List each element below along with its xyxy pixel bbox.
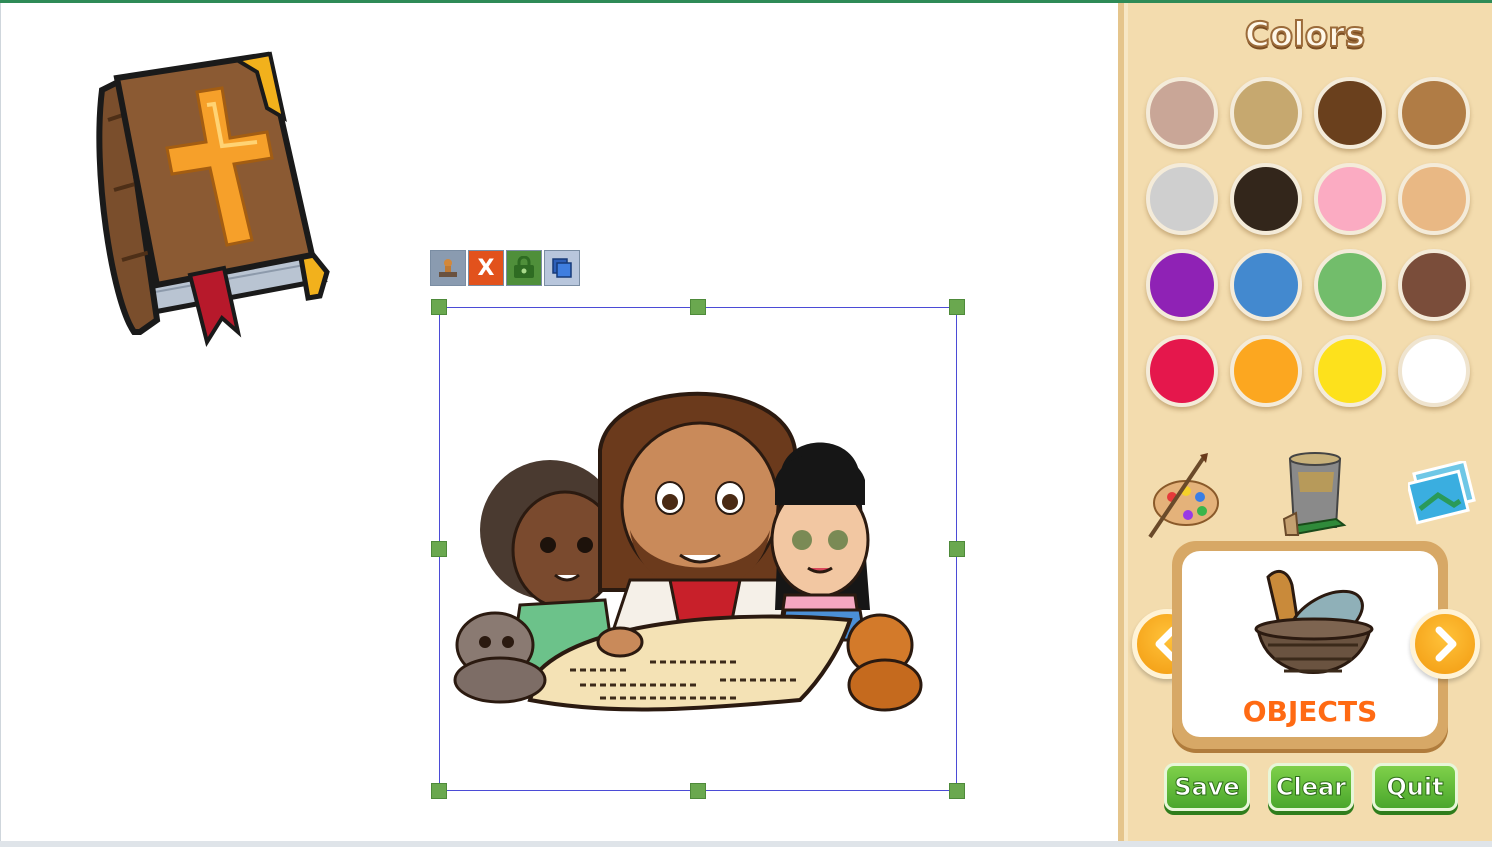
resize-handle-top-right[interactable] [949,299,965,315]
swatch-pink[interactable] [1314,163,1386,235]
window-bottom-border [0,841,1492,847]
quit-button[interactable]: Quit [1372,763,1458,811]
stamp-icon [439,259,457,277]
resize-handle-bottom[interactable] [690,783,706,799]
category-card[interactable]: OBJECTS [1182,551,1438,737]
panel-title: Colors [1244,14,1366,56]
delete-button[interactable]: X [468,250,504,286]
swatch-brown[interactable] [1398,249,1470,321]
selection-toolbar: X [430,250,580,286]
resize-handle-bottom-left[interactable] [431,783,447,799]
bread-fish-basket-icon [1254,569,1374,674]
swatch-rosy-beige[interactable] [1146,77,1218,149]
save-button[interactable]: Save [1164,763,1250,811]
category-selector: OBJECTS [1172,541,1448,749]
chevron-right-icon [1435,626,1457,662]
resize-handle-left[interactable] [431,541,447,557]
swatch-crimson[interactable] [1146,335,1218,407]
resize-handle-top-left[interactable] [431,299,447,315]
swatch-yellow[interactable] [1314,335,1386,407]
swatch-light-gray[interactable] [1146,163,1218,235]
resize-handle-top[interactable] [690,299,706,315]
swatch-khaki[interactable] [1230,77,1302,149]
swatch-dark-brown[interactable] [1314,77,1386,149]
colors-panel: Colors OBJECTS Save Clear Quit [1118,3,1492,841]
category-label: OBJECTS [1242,695,1378,728]
swatch-orange[interactable] [1230,335,1302,407]
paint-bucket-icon[interactable] [1276,447,1356,539]
layers-icon [552,258,572,278]
background-image-icon[interactable] [1408,461,1478,525]
swatch-white[interactable] [1398,335,1470,407]
bible-sticker[interactable] [62,50,334,350]
swatch-black-brown[interactable] [1230,163,1302,235]
palette-icon[interactable] [1142,451,1222,539]
next-category-button[interactable] [1410,609,1480,679]
lock-icon [514,256,534,278]
swatch-blue[interactable] [1230,249,1302,321]
swatch-peach[interactable] [1398,163,1470,235]
swatch-light-brown[interactable] [1398,77,1470,149]
swatch-purple[interactable] [1146,249,1218,321]
layer-button[interactable] [544,250,580,286]
resize-handle-bottom-right[interactable] [949,783,965,799]
lock-button[interactable] [506,250,542,286]
selection-frame [439,307,957,791]
resize-handle-right[interactable] [949,541,965,557]
swatch-green[interactable] [1314,249,1386,321]
stamp-button[interactable] [430,250,466,286]
clear-button[interactable]: Clear [1268,763,1354,811]
